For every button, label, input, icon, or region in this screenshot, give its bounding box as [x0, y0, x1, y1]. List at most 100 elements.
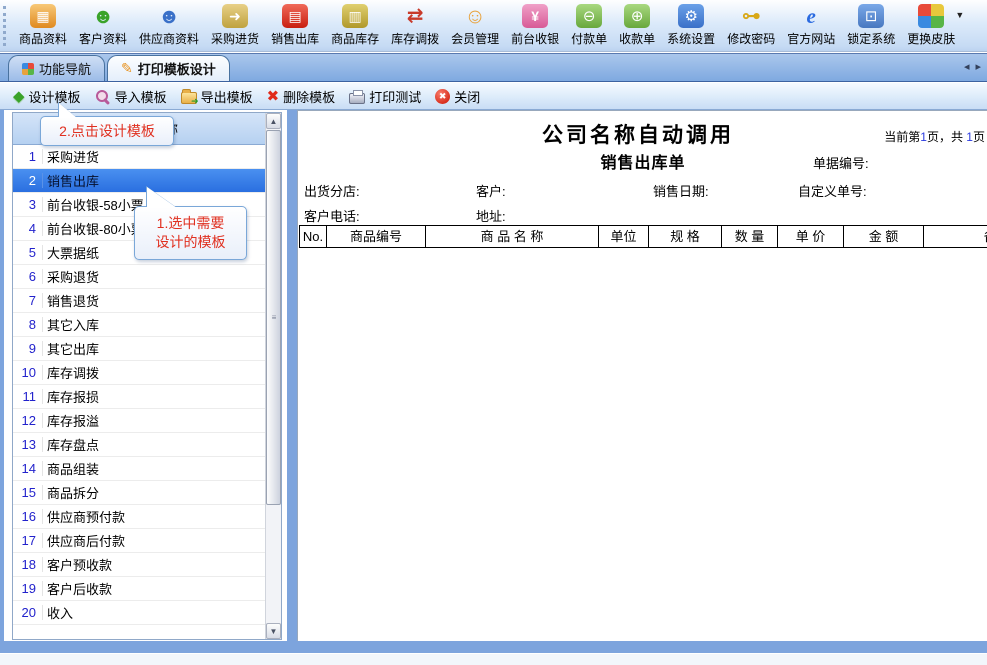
- main-toolbar: ▦商品资料☻客户资料 ☻ 供应商资料 ➜采购进货 ▤ 销售出库 ▥商品库存⇄库存调拨☺会员管…: [0, 0, 987, 52]
- sales-basket-icon: ▤: [282, 4, 308, 28]
- list-item-template[interactable]: 8其它入库: [13, 313, 265, 337]
- action-button-label: 导出模板: [201, 87, 253, 106]
- list-item-template[interactable]: 11库存报损: [13, 385, 265, 409]
- toolbar-item-label: 收款单: [619, 30, 655, 47]
- list-item-template[interactable]: 15商品拆分: [13, 481, 265, 505]
- panel-splitter[interactable]: [287, 110, 297, 641]
- list-item-template[interactable]: 7销售退货: [13, 289, 265, 313]
- list-item-template[interactable]: 13库存盘点: [13, 433, 265, 457]
- scrollbar-thumb[interactable]: ≡: [266, 130, 281, 505]
- toolbar-item-stock-transfer[interactable]: ⇄库存调拨: [385, 2, 445, 49]
- toolbar-item-label: 前台收银: [511, 30, 559, 47]
- preview-field-doc-no: 单据编号:: [813, 153, 869, 172]
- list-item-template[interactable]: 19客户后收款: [13, 577, 265, 601]
- list-item-template[interactable]: 16供应商预付款: [13, 505, 265, 529]
- preview-page-indicator: 当前第1页，共 1页: [884, 128, 985, 145]
- toolbar-item-supplier-info[interactable]: ☻ 供应商资料: [133, 2, 205, 49]
- action-button-label: 删除模板: [283, 87, 335, 106]
- toolbar-item-label: 修改密码: [727, 30, 775, 47]
- transfer-arrows-icon: ⇄: [402, 4, 428, 28]
- table-header-cell: 单 价: [778, 226, 844, 248]
- template-name: 收入: [43, 603, 73, 622]
- list-scrollbar[interactable]: ▲ ≡ ▼: [265, 113, 281, 639]
- toolbar-item-product-stock[interactable]: ▥商品库存: [325, 2, 385, 49]
- window-bottom-edge: [0, 653, 987, 665]
- row-number: 16: [13, 509, 43, 524]
- toolbar-grip[interactable]: [3, 6, 9, 46]
- import-template-button[interactable]: 导入模板: [88, 85, 174, 108]
- print-test-icon: [349, 93, 365, 104]
- table-header-cell: 商品编号: [327, 226, 426, 248]
- toolbar-item-front-cashier[interactable]: ¥ 前台收银: [505, 2, 565, 49]
- export-template-button[interactable]: 导出模板: [174, 85, 260, 108]
- row-number: 8: [13, 317, 43, 332]
- row-number: 20: [13, 605, 43, 620]
- scroll-up-icon[interactable]: ▲: [266, 113, 281, 129]
- nav-grid-icon: [22, 63, 34, 75]
- toolbar-item-change-skin[interactable]: 更换皮肤▼: [901, 2, 961, 49]
- toolbar-item-official-site[interactable]: e官方网站: [781, 2, 841, 49]
- tab-bar: 功能导航 ✎ 打印模板设计 ◂ ▸: [0, 53, 987, 82]
- dropdown-caret-icon[interactable]: ▼: [955, 10, 964, 20]
- close-button[interactable]: ✖关闭: [428, 85, 487, 108]
- list-item-template[interactable]: 1采购进货: [13, 145, 265, 169]
- preview-field-phone: 客户电话:: [304, 206, 360, 225]
- table-header-cell: 商 品 名 称: [426, 226, 599, 248]
- cashier-icon: ¥: [522, 4, 548, 28]
- list-item-template[interactable]: 14商品组装: [13, 457, 265, 481]
- preview-table-header: No.商品编号商 品 名 称单位规 格数 量单 价金 额备 注: [299, 225, 987, 248]
- row-number: 17: [13, 533, 43, 548]
- template-name: 商品组装: [43, 459, 99, 478]
- lock-system-icon: ⊡: [858, 4, 884, 28]
- toolbar-item-label: 更换皮肤: [907, 30, 955, 47]
- tab-print-template-design[interactable]: ✎ 打印模板设计: [107, 55, 230, 81]
- thumb-grip-icon: ≡: [270, 314, 278, 322]
- tab-function-nav[interactable]: 功能导航: [8, 55, 105, 81]
- toolbar-item-label: 系统设置: [667, 30, 715, 47]
- row-number: 1: [13, 149, 43, 164]
- tab-scroll-arrows: ◂ ▸: [964, 60, 981, 73]
- row-number: 6: [13, 269, 43, 284]
- toolbar-item-label: 供应商资料: [139, 30, 199, 47]
- toolbar-item-member-mgmt[interactable]: ☺会员管理: [445, 2, 505, 49]
- list-item-template[interactable]: 6采购退货: [13, 265, 265, 289]
- toolbar-item-label: 商品资料: [19, 30, 67, 47]
- template-name: 库存报损: [43, 387, 99, 406]
- supplier-icon: ☻: [156, 4, 182, 28]
- template-list-panel: 打印模板名称 1采购进货2销售出库3前台收银-58小票4前台收银-80小票5大票…: [4, 110, 287, 641]
- toolbar-item-sales-out[interactable]: ▤ 销售出库: [265, 2, 325, 49]
- print-test-button[interactable]: 打印测试: [342, 85, 428, 108]
- list-item-template[interactable]: 10库存调拨: [13, 361, 265, 385]
- receipt-plus-icon: ⊕: [624, 4, 650, 28]
- list-item-template[interactable]: 20收入: [13, 601, 265, 625]
- toolbar-item-change-password[interactable]: ⊶ 修改密码: [721, 2, 781, 49]
- toolbar-item-label: 销售出库: [271, 30, 319, 47]
- delete-template-button[interactable]: ✖删除模板: [260, 85, 343, 108]
- toolbar-item-product-info[interactable]: ▦商品资料: [13, 2, 73, 49]
- purchase-truck-icon: ➜: [222, 4, 248, 28]
- tab-scroll-left-icon[interactable]: ◂: [964, 60, 970, 73]
- callout-step2-text: 2.点击设计模板: [59, 122, 155, 141]
- toolbar-item-system-settings[interactable]: ⚙系统设置: [661, 2, 721, 49]
- toolbar-item-receipt-bill[interactable]: ⊕ 收款单: [613, 2, 661, 49]
- template-name: 销售出库: [43, 171, 99, 190]
- template-name: 前台收银-58小票: [43, 195, 144, 214]
- list-item-template[interactable]: 12库存报溢: [13, 409, 265, 433]
- list-item-template[interactable]: 9其它出库: [13, 337, 265, 361]
- toolbar-item-purchase-in[interactable]: ➜采购进货: [205, 2, 265, 49]
- list-item-template[interactable]: 17供应商后付款: [13, 529, 265, 553]
- table-header-cell: No.: [300, 226, 327, 248]
- list-item-template[interactable]: 18客户预收款: [13, 553, 265, 577]
- template-name: 库存盘点: [43, 435, 99, 454]
- tab-label: 打印模板设计: [138, 59, 216, 78]
- toolbar-item-payment-bill[interactable]: ⊖付款单: [565, 2, 613, 49]
- password-key-icon: ⊶: [738, 4, 764, 28]
- scroll-down-icon[interactable]: ▼: [266, 623, 281, 639]
- template-name: 大票据纸: [43, 243, 99, 262]
- template-name: 客户后收款: [43, 579, 112, 598]
- toolbar-item-customer-info[interactable]: ☻客户资料: [73, 2, 133, 49]
- tab-scroll-right-icon[interactable]: ▸: [975, 60, 981, 73]
- toolbar-item-lock-system[interactable]: ⊡锁定系统: [841, 2, 901, 49]
- list-item-template[interactable]: 2销售出库: [13, 169, 265, 193]
- import-search-icon: [95, 88, 111, 104]
